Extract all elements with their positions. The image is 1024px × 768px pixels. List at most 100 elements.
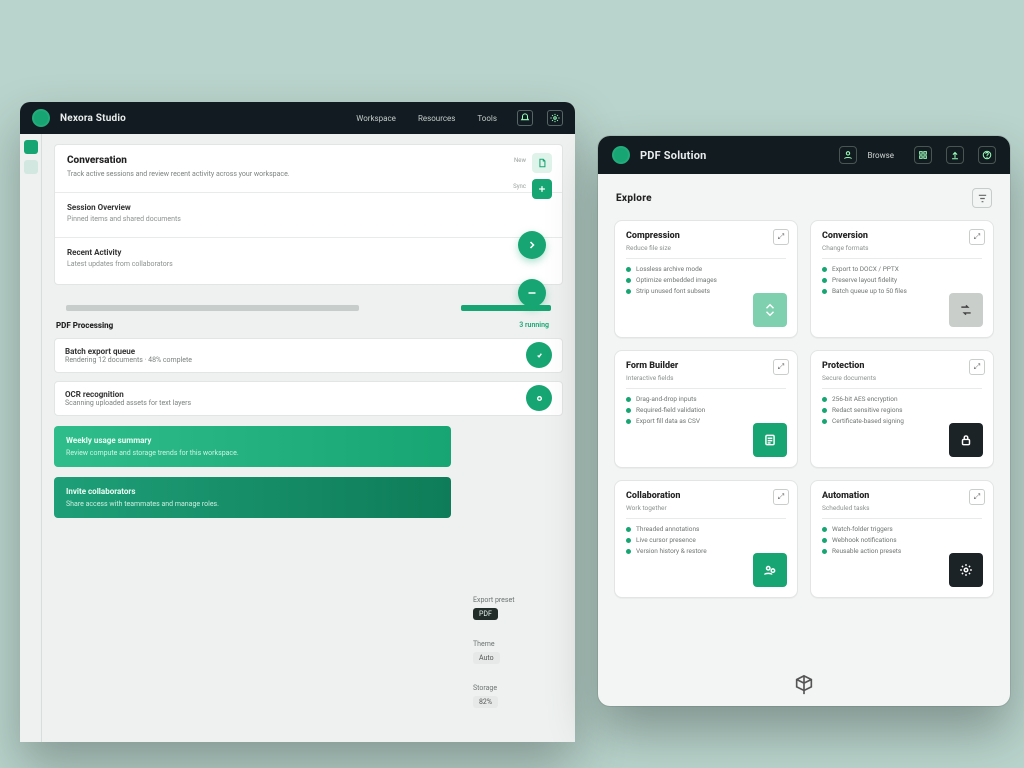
upload-icon[interactable] [946,146,964,164]
card-collab-list: Threaded annotations Live cursor presenc… [626,525,786,555]
top-link-browse[interactable]: Browse [867,151,894,160]
tile-invite[interactable]: Invite collaborators Share access with t… [54,477,451,518]
row2-action-icon[interactable] [526,385,552,411]
aside-row-storage: Storage 82% [473,684,563,708]
list-item: Live cursor presence [626,536,786,544]
conversation-desc: Track active sessions and review recent … [67,170,550,180]
quick-chip-2: Sync [513,183,526,190]
card-compression-title: Compression [626,231,786,241]
aside-export-chip[interactable]: PDF [473,608,498,620]
solution-titlebar: PDF Solution Browse [598,136,1010,174]
processing-row-2[interactable]: OCR recognition Scanning uploaded assets… [54,381,563,416]
help-icon[interactable] [978,146,996,164]
list-item: Redact sensitive regions [822,406,982,414]
menu-workspace[interactable]: Workspace [356,114,396,123]
pdf-processing-heading: PDF Processing 3 running [56,321,561,330]
menu-tools[interactable]: Tools [477,114,497,123]
aside-theme-chip[interactable]: Auto [473,652,500,664]
rail-tab-2[interactable] [24,160,38,174]
card-protection-expand-icon[interactable]: ⤢ [969,359,985,375]
workspace-brand: Nexora Studio [60,113,126,124]
card-automation[interactable]: ⤢ Automation Scheduled tasks Watch-folde… [810,480,994,598]
row2-desc: Scanning uploaded assets for text layers [65,399,552,407]
card-compression-expand-icon[interactable]: ⤢ [773,229,789,245]
aside-storage-chip[interactable]: 82% [473,696,498,708]
aside-export-label: Export preset [473,596,563,604]
row1-action-icon[interactable] [526,342,552,368]
card-compression-list: Lossless archive mode Optimize embedded … [626,265,786,295]
session-open-button[interactable] [518,231,546,259]
list-item: Lossless archive mode [626,265,786,273]
card-form-title: Form Builder [626,361,786,371]
tile1-desc: Review compute and storage trends for th… [66,449,439,457]
aside-row-theme: Theme Auto [473,640,563,664]
list-item: Drag-and-drop inputs [626,395,786,403]
card-protection[interactable]: ⤢ Protection Secure documents 256-bit AE… [810,350,994,468]
session-overview-desc: Pinned items and shared documents [67,215,550,223]
card-collaboration[interactable]: ⤢ Collaboration Work together Threaded a… [614,480,798,598]
recent-activity-title: Recent Activity [67,248,550,257]
list-item: Required-field validation [626,406,786,414]
card-protection-thumb-icon [949,423,983,457]
workspace-body: Conversation Track active sessions and r… [42,134,575,742]
row1-title: Batch export queue [65,347,552,356]
card-form-meta: Interactive fields [626,374,786,382]
card-auto-thumb-icon [949,553,983,587]
settings-aside: Export preset PDF Theme Auto Storage 82% [473,596,563,728]
menu-resources[interactable]: Resources [418,114,455,123]
list-item: Preserve layout fidelity [822,276,982,284]
tile2-title: Invite collaborators [66,487,439,496]
card-protection-meta: Secure documents [822,374,982,382]
card-auto-title: Automation [822,491,982,501]
card-auto-meta: Scheduled tasks [822,504,982,512]
aside-storage-label: Storage [473,684,563,692]
user-icon[interactable] [839,146,857,164]
notifications-icon[interactable] [517,110,533,126]
vertical-tab-rail [20,134,42,742]
list-item: 256-bit AES encryption [822,395,982,403]
solution-window: PDF Solution Browse Explore ⤢ Compressio… [598,136,1010,706]
card-compression[interactable]: ⤢ Compression Reduce file size Lossless … [614,220,798,338]
cards-grid: ⤢ Compression Reduce file size Lossless … [598,214,1010,610]
card-conversion-meta: Change formats [822,244,982,252]
workspace-titlebar: Nexora Studio Workspace Resources Tools [20,102,575,134]
list-item: Export to DOCX / PPTX [822,265,982,273]
card-form-expand-icon[interactable]: ⤢ [773,359,789,375]
pdf-processing-label: PDF Processing [56,321,113,330]
card-conversion-expand-icon[interactable]: ⤢ [969,229,985,245]
card-conversion-title: Conversion [822,231,982,241]
recent-activity-desc: Latest updates from collaborators [67,260,550,268]
aside-row-export: Export preset PDF [473,596,563,620]
card-protection-list: 256-bit AES encryption Redact sensitive … [822,395,982,425]
card-conversion-list: Export to DOCX / PPTX Preserve layout fi… [822,265,982,295]
explore-header: Explore [598,174,1010,214]
conversation-title: Conversation [67,155,550,166]
solution-brand: PDF Solution [640,149,706,162]
quick-add-icon[interactable] [532,179,552,199]
card-form-builder[interactable]: ⤢ Form Builder Interactive fields Drag-a… [614,350,798,468]
row1-desc: Rendering 12 documents · 48% complete [65,356,552,364]
list-item: Optimize embedded images [626,276,786,284]
card-form-list: Drag-and-drop inputs Required-field vali… [626,395,786,425]
list-item: Webhook notifications [822,536,982,544]
list-item: Watch-folder triggers [822,525,982,533]
tile-usage-summary[interactable]: Weekly usage summary Review compute and … [54,426,451,467]
tile1-title: Weekly usage summary [66,436,439,445]
workspace-window: Nexora Studio Workspace Resources Tools … [20,102,575,742]
card-collab-thumb-icon [753,553,787,587]
card-conversion[interactable]: ⤢ Conversion Change formats Export to DO… [810,220,994,338]
footer-cube-icon [793,674,815,696]
card-collab-meta: Work together [626,504,786,512]
card-collab-expand-icon[interactable]: ⤢ [773,489,789,505]
settings-icon[interactable] [547,110,563,126]
quick-chip-1: New [514,157,526,164]
processing-row-1[interactable]: Batch export queue Rendering 12 document… [54,338,563,373]
conversation-quick-actions [532,153,552,199]
card-collab-title: Collaboration [626,491,786,501]
activity-open-button[interactable] [518,279,546,307]
quick-doc-icon[interactable] [532,153,552,173]
card-auto-expand-icon[interactable]: ⤢ [969,489,985,505]
filter-icon[interactable] [972,188,992,208]
rail-tab-1[interactable] [24,140,38,154]
grid-icon[interactable] [914,146,932,164]
